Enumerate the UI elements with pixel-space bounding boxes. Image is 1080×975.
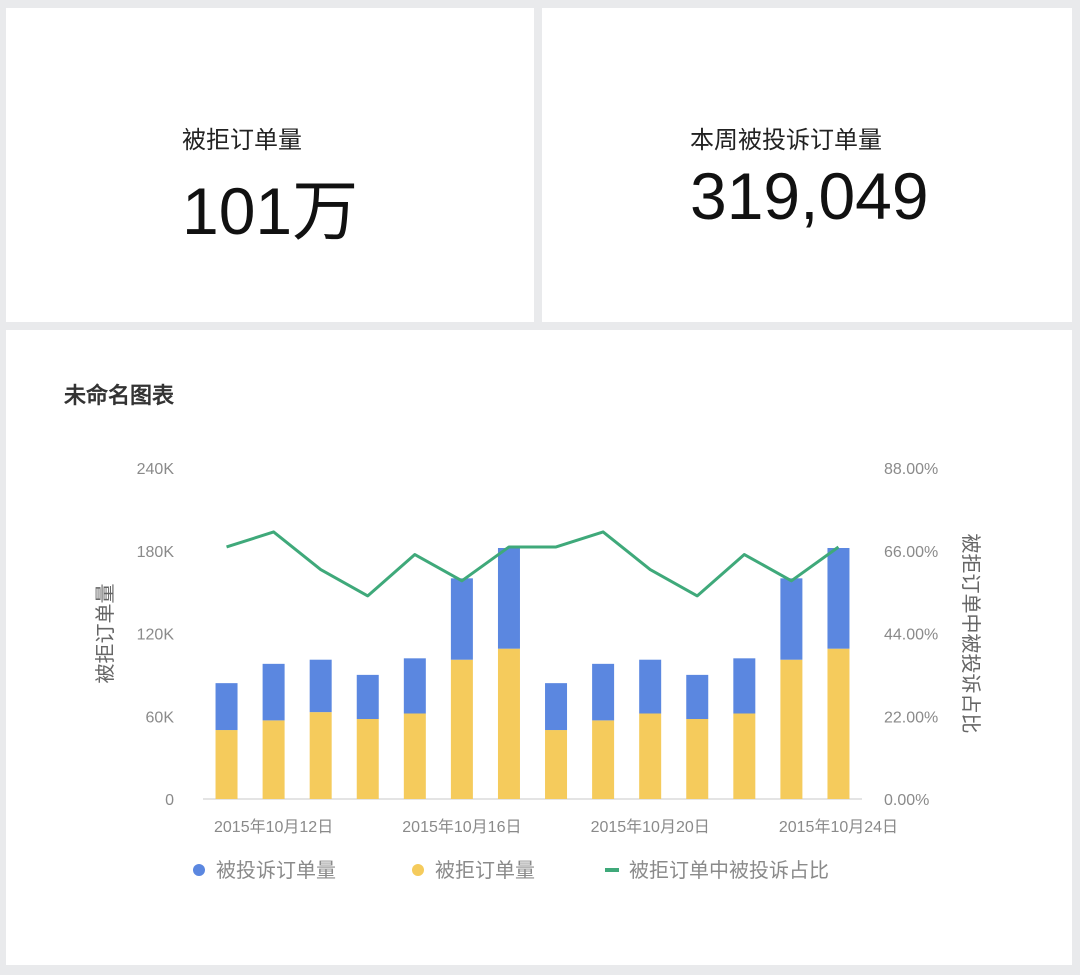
bar-complaint xyxy=(215,683,238,731)
kpi-value: 101万 xyxy=(182,174,359,248)
bar-rejected xyxy=(403,713,426,799)
x-tick-label: 2015年10月24日 xyxy=(779,818,898,836)
chart-card: 未命名图表 0 60K 120K 180K 240K 0.00% 22.00% 44.00% 6… xyxy=(6,330,1072,965)
combo-chart: 0 60K 120K 180K 240K 0.00% 22.00% 44.00% 66.00% 8… xyxy=(94,461,982,882)
bar-rejected xyxy=(262,720,285,799)
legend-marker-dot xyxy=(412,864,424,876)
bar-complaint xyxy=(356,674,379,720)
y-tick-label: 0 xyxy=(165,792,174,809)
legend-label: 被拒订单量 xyxy=(435,859,535,882)
bar-rejected xyxy=(780,659,803,799)
bar-complaint xyxy=(686,674,709,720)
x-tick-label: 2015年10月20日 xyxy=(591,818,710,836)
bar-complaint xyxy=(639,659,662,714)
x-tick-label: 2015年10月16日 xyxy=(402,818,521,836)
y2-axis-title: 被拒订单中被投诉占比 xyxy=(959,534,982,734)
kpi-value: 319,049 xyxy=(690,159,929,233)
y-tick-label: 120K xyxy=(137,627,175,644)
bar-rejected xyxy=(686,719,709,799)
bar-complaint xyxy=(403,658,426,714)
bar-complaint xyxy=(827,547,850,649)
legend-label: 被拒订单中被投诉占比 xyxy=(629,859,829,882)
bar-complaint xyxy=(592,663,615,721)
y2-tick-label: 22.00% xyxy=(884,709,938,726)
y-tick-label: 60K xyxy=(146,709,175,726)
legend-marker-dot xyxy=(193,864,205,876)
bar-rejected xyxy=(356,719,379,799)
kpi-label: 被拒订单量 xyxy=(182,127,302,154)
y-axis-title: 被拒订单量 xyxy=(94,584,117,684)
y-tick-label: 180K xyxy=(137,544,175,561)
kpi-card-complaints: 本周被投诉订单量 319,049 xyxy=(542,8,1072,322)
bar-rejected xyxy=(309,712,332,799)
bar-complaint xyxy=(780,578,803,660)
kpi-card-rejected: 被拒订单量 101万 xyxy=(6,8,534,322)
bar-complaint xyxy=(450,578,473,660)
bar-complaint xyxy=(309,659,332,713)
y2-tick-label: 88.00% xyxy=(884,461,938,478)
legend-marker-line xyxy=(605,868,619,872)
ratio-line xyxy=(226,530,840,598)
y2-tick-label: 66.00% xyxy=(884,544,938,561)
bar-rejected xyxy=(450,659,473,799)
bar-rejected xyxy=(733,713,756,799)
legend-label: 被投诉订单量 xyxy=(216,859,336,882)
bar-rejected xyxy=(592,720,615,799)
y2-tick-label: 0.00% xyxy=(884,792,929,809)
bar-rejected xyxy=(215,730,238,799)
bar-rejected xyxy=(639,713,662,799)
kpi-label: 本周被投诉订单量 xyxy=(690,127,882,154)
y-tick-label: 240K xyxy=(137,461,175,478)
bar-complaint xyxy=(262,663,285,721)
y2-tick-label: 44.00% xyxy=(884,627,938,644)
x-tick-label: 2015年10月12日 xyxy=(214,818,333,836)
bar-rejected xyxy=(827,648,850,799)
bar-complaint xyxy=(497,547,520,649)
bar-complaint xyxy=(733,658,756,714)
bar-rejected xyxy=(497,648,520,799)
bar-complaint xyxy=(545,683,568,731)
bar-rejected xyxy=(545,730,568,799)
